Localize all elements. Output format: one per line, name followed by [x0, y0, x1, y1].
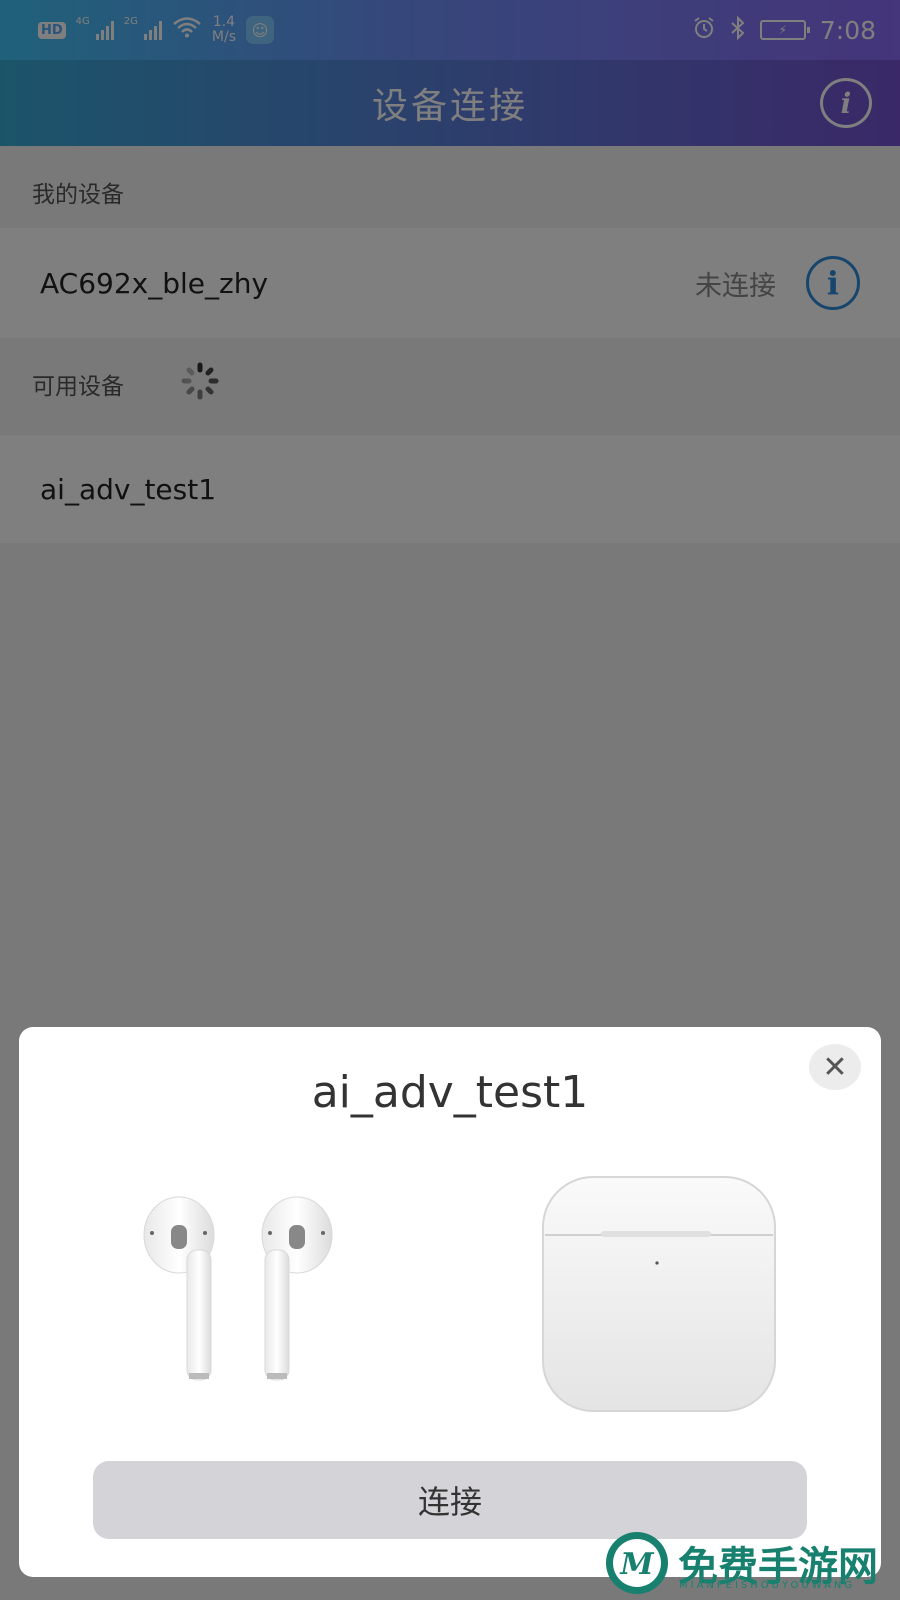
connect-button[interactable]: 连接 [93, 1461, 807, 1539]
charging-case-image [542, 1176, 776, 1412]
dialog-title: ai_adv_test1 [311, 1067, 589, 1118]
watermark-subtext: MIANFEISHOUYOUWANG [679, 1580, 856, 1591]
connect-dialog: ✕ ai_adv_test1 连接 [19, 1027, 881, 1577]
watermark-logo-icon: M [606, 1532, 668, 1594]
watermark: M 免费手游网 MIANFEISHOUYOUWANG [604, 1530, 878, 1596]
earbuds-image [143, 1196, 333, 1381]
svg-text:M: M [619, 1547, 654, 1582]
